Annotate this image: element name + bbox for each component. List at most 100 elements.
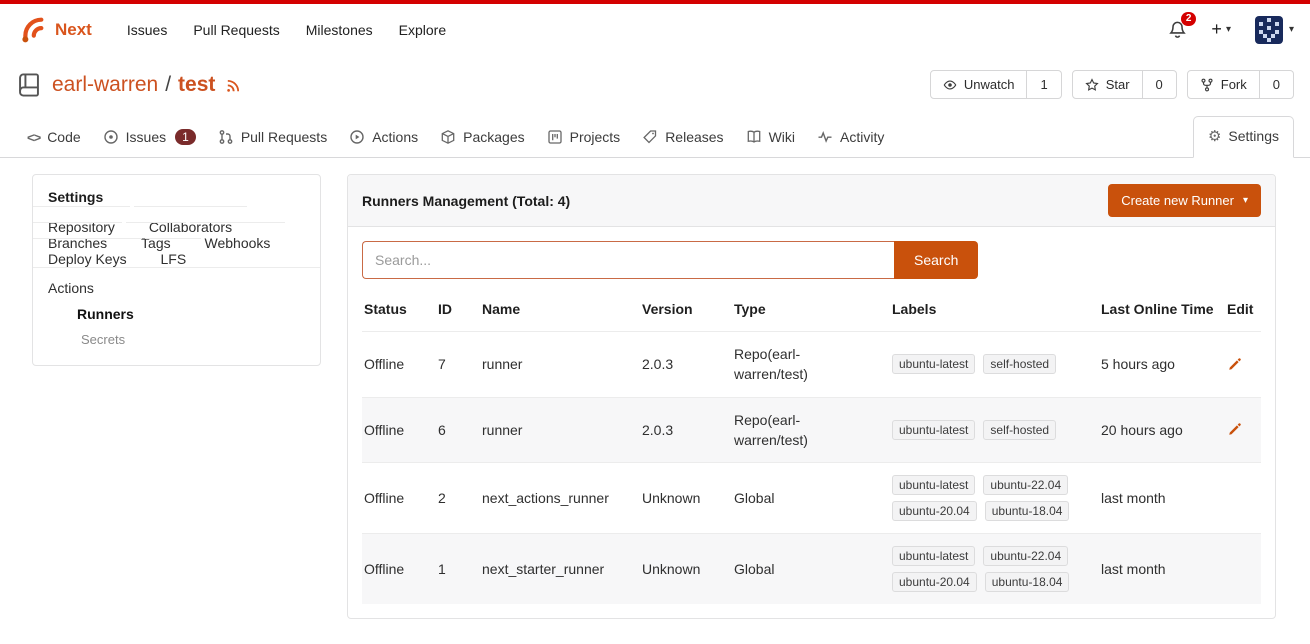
table-row: Offline 2 next_actions_runner Unknown Gl… bbox=[362, 462, 1261, 533]
watchers-count[interactable]: 1 bbox=[1027, 70, 1061, 99]
page-body: Settings Repository Collaborators Branch… bbox=[0, 158, 1310, 619]
nav-link-issues[interactable]: Issues bbox=[114, 22, 180, 38]
chevron-down-icon: ▾ bbox=[1289, 25, 1294, 35]
runner-type: Global bbox=[734, 488, 834, 508]
col-header-version: Version bbox=[642, 301, 726, 317]
issue-icon bbox=[103, 129, 119, 145]
runner-status: Offline bbox=[364, 490, 430, 506]
runner-id: 1 bbox=[438, 561, 474, 577]
sidebar-item-runners[interactable]: Runners bbox=[48, 302, 305, 328]
navbar: Next Issues Pull Requests Milestones Exp… bbox=[0, 4, 1310, 55]
package-icon bbox=[440, 129, 456, 145]
sidebar-item-lfs[interactable]: LFS bbox=[145, 238, 201, 279]
runner-version: Unknown bbox=[642, 561, 726, 577]
tab-pull-requests[interactable]: Pull Requests bbox=[207, 119, 338, 157]
pulse-icon bbox=[817, 129, 833, 145]
label-badge: ubuntu-20.04 bbox=[892, 572, 977, 592]
label-badge: ubuntu-latest bbox=[892, 420, 975, 440]
issues-count-badge: 1 bbox=[175, 129, 196, 145]
table-row: Offline 6 runner 2.0.3 Repo(earl-warren/… bbox=[362, 397, 1261, 463]
nav-link-explore[interactable]: Explore bbox=[386, 22, 459, 38]
stars-count[interactable]: 0 bbox=[1143, 70, 1177, 99]
search-button[interactable]: Search bbox=[894, 241, 978, 279]
runners-panel: Runners Management (Total: 4) Create new… bbox=[347, 174, 1276, 619]
runner-type: Repo(earl-warren/test) bbox=[734, 410, 834, 451]
notifications-button[interactable]: 2 bbox=[1168, 20, 1187, 39]
forks-count[interactable]: 0 bbox=[1260, 70, 1294, 99]
create-runner-button[interactable]: Create new Runner ▾ bbox=[1108, 184, 1261, 217]
star-button-group: Star 0 bbox=[1072, 70, 1177, 99]
repo-icon bbox=[16, 72, 42, 98]
fork-button[interactable]: Fork bbox=[1187, 70, 1260, 99]
runner-type: Global bbox=[734, 559, 834, 579]
runner-type: Repo(earl-warren/test) bbox=[734, 344, 834, 385]
repo-tabbar: <> Code Issues 1 Pull Requests Actions P… bbox=[0, 110, 1310, 158]
tab-label: Pull Requests bbox=[241, 129, 327, 145]
chevron-down-icon: ▾ bbox=[1226, 25, 1231, 35]
sidebar-item-secrets[interactable]: Secrets bbox=[48, 328, 305, 349]
repo-name-link[interactable]: test bbox=[178, 73, 215, 97]
tab-actions[interactable]: Actions bbox=[338, 119, 429, 157]
runner-status: Offline bbox=[364, 561, 430, 577]
plus-icon: + bbox=[1211, 19, 1222, 40]
navbar-right: 2 + ▾ ▾ bbox=[1168, 16, 1294, 44]
repo-owner-link[interactable]: earl-warren bbox=[52, 73, 158, 97]
watch-button-group: Unwatch 1 bbox=[930, 70, 1062, 99]
book-icon bbox=[746, 129, 762, 145]
runner-id: 7 bbox=[438, 356, 474, 372]
notification-count-badge: 2 bbox=[1181, 12, 1197, 26]
edit-runner-button[interactable] bbox=[1227, 357, 1242, 372]
tab-issues[interactable]: Issues 1 bbox=[92, 119, 207, 157]
home-link[interactable]: Next bbox=[16, 15, 92, 45]
sidebar-item-actions[interactable]: Actions bbox=[48, 280, 305, 296]
create-runner-label: Create new Runner bbox=[1121, 193, 1234, 208]
tab-projects[interactable]: Projects bbox=[536, 119, 632, 157]
nav-link-pull-requests[interactable]: Pull Requests bbox=[180, 22, 292, 38]
col-header-type: Type bbox=[734, 301, 884, 317]
play-circle-icon bbox=[349, 129, 365, 145]
label-badge: ubuntu-22.04 bbox=[983, 475, 1068, 495]
create-menu-button[interactable]: + ▾ bbox=[1211, 19, 1231, 40]
pull-request-icon bbox=[218, 129, 234, 145]
rss-feed-icon[interactable] bbox=[225, 76, 243, 94]
repo-separator: / bbox=[165, 73, 171, 97]
user-menu-button[interactable]: ▾ bbox=[1255, 16, 1294, 44]
edit-runner-button[interactable] bbox=[1227, 422, 1242, 437]
label-badge: self-hosted bbox=[983, 354, 1056, 374]
runner-id: 6 bbox=[438, 422, 474, 438]
tab-label: Projects bbox=[570, 129, 621, 145]
runner-name: next_starter_runner bbox=[482, 561, 634, 577]
label-badge: ubuntu-20.04 bbox=[892, 501, 977, 521]
runner-id: 2 bbox=[438, 490, 474, 506]
runner-status: Offline bbox=[364, 356, 430, 372]
avatar bbox=[1255, 16, 1283, 44]
tab-settings[interactable]: ⚙ Settings bbox=[1193, 116, 1294, 158]
repo-header-actions: Unwatch 1 Star 0 Fork 0 bbox=[930, 70, 1294, 99]
nav-link-milestones[interactable]: Milestones bbox=[293, 22, 386, 38]
forgejo-logo-icon bbox=[16, 15, 46, 45]
label-badge: ubuntu-latest bbox=[892, 546, 975, 566]
fork-label: Fork bbox=[1221, 77, 1247, 92]
tab-code[interactable]: <> Code bbox=[16, 119, 92, 157]
code-icon: <> bbox=[27, 130, 40, 145]
tab-releases[interactable]: Releases bbox=[631, 119, 734, 157]
tab-label: Code bbox=[47, 129, 80, 145]
runner-last-online: 20 hours ago bbox=[1101, 422, 1219, 438]
sidebar-item-webhooks[interactable]: Webhooks bbox=[190, 222, 286, 263]
search-input[interactable] bbox=[362, 241, 894, 279]
col-header-edit: Edit bbox=[1227, 301, 1259, 317]
col-header-name: Name bbox=[482, 301, 634, 317]
tab-activity[interactable]: Activity bbox=[806, 119, 895, 157]
unwatch-button[interactable]: Unwatch bbox=[930, 70, 1028, 99]
tab-packages[interactable]: Packages bbox=[429, 119, 535, 157]
star-button[interactable]: Star bbox=[1072, 70, 1143, 99]
table-row: Offline 1 next_starter_runner Unknown Gl… bbox=[362, 533, 1261, 604]
runners-table: Status ID Name Version Type Labels Last … bbox=[362, 287, 1261, 604]
tab-label: Packages bbox=[463, 129, 524, 145]
runner-labels: ubuntu-latest self-hosted bbox=[892, 354, 1093, 374]
tab-wiki[interactable]: Wiki bbox=[735, 119, 806, 157]
sidebar-item-deploy-keys[interactable]: Deploy Keys bbox=[33, 238, 142, 279]
panel-title: Runners Management (Total: 4) bbox=[362, 193, 570, 209]
label-badge: self-hosted bbox=[983, 420, 1056, 440]
tab-label: Wiki bbox=[769, 129, 795, 145]
